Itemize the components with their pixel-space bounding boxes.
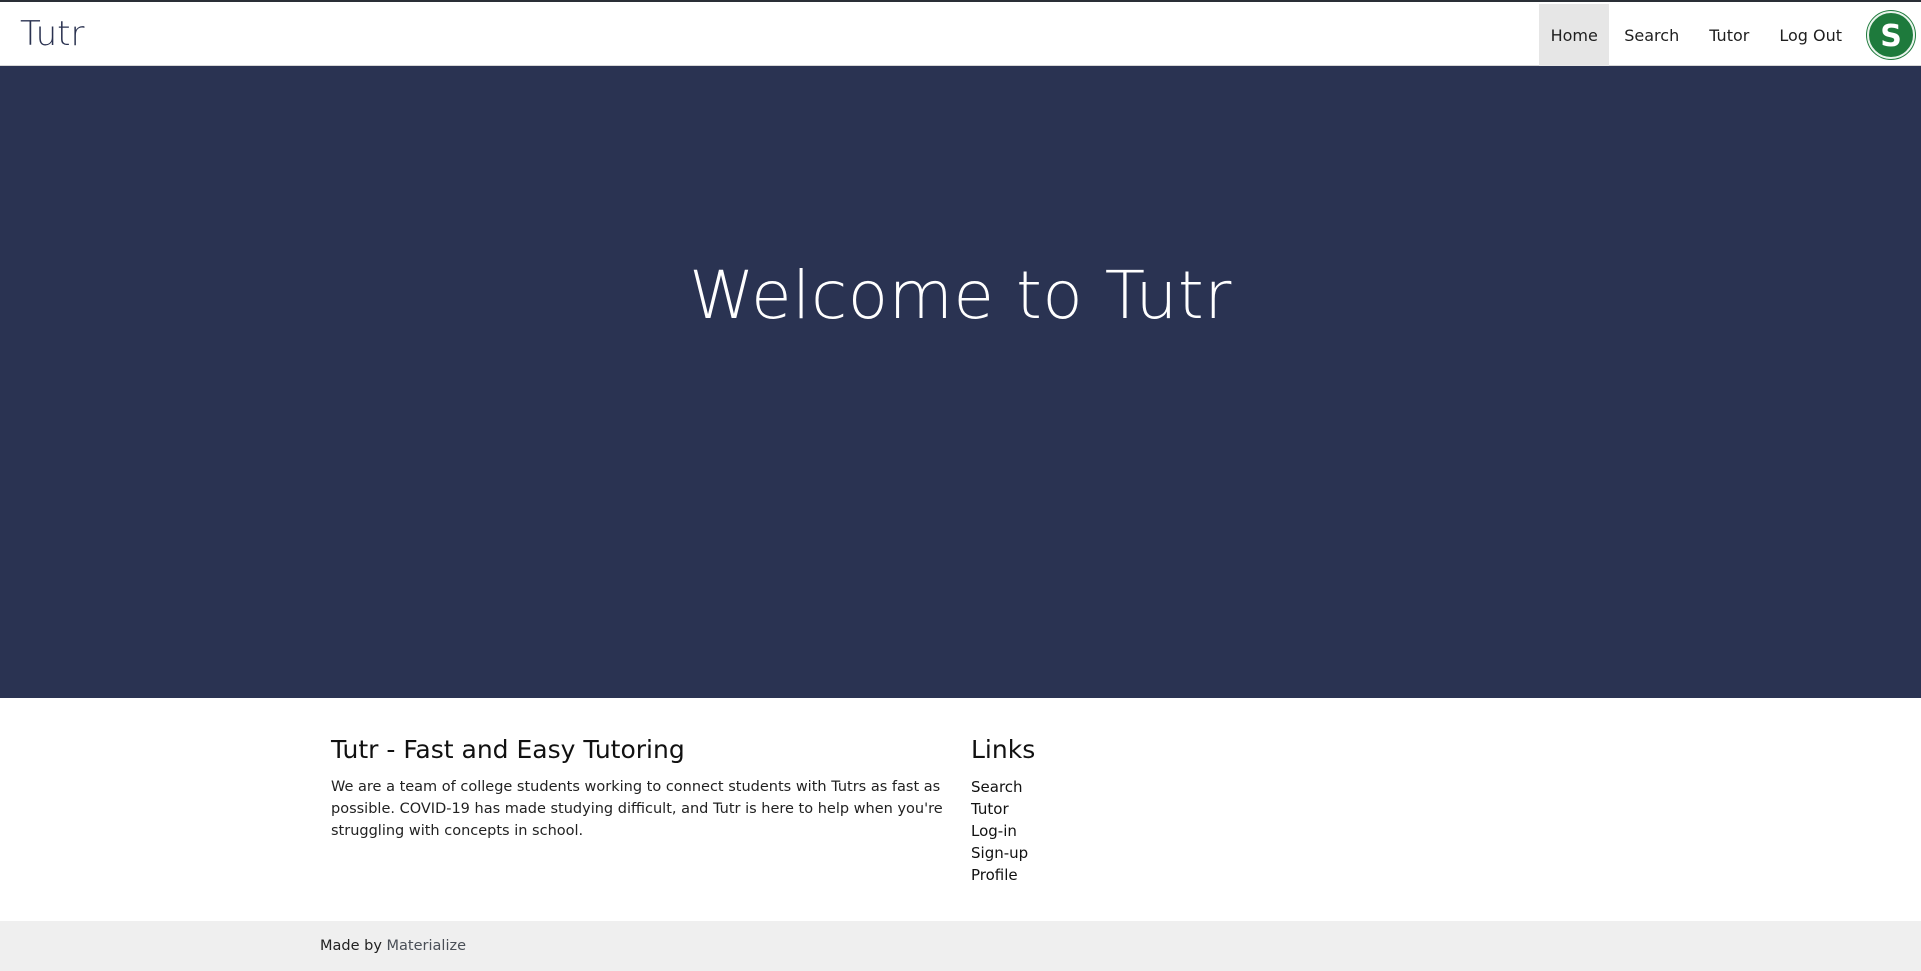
nav-home[interactable]: Home xyxy=(1539,4,1610,66)
about-text: We are a team of college students workin… xyxy=(331,779,943,839)
link-sign-up[interactable]: Sign-up xyxy=(971,842,1271,864)
footer-prefix: Made by xyxy=(320,938,387,954)
avatar-container[interactable]: S xyxy=(1861,4,1921,66)
brand-logo[interactable]: Tutr xyxy=(20,14,84,54)
footer: Made by Materialize xyxy=(0,921,1921,971)
hero-banner: Welcome to Tutr xyxy=(0,66,1921,698)
nav-tutor[interactable]: Tutor xyxy=(1694,4,1764,66)
hero-title: Welcome to Tutr xyxy=(689,257,1232,334)
link-profile[interactable]: Profile xyxy=(971,864,1271,886)
link-log-in[interactable]: Log-in xyxy=(971,820,1271,842)
svg-text:S: S xyxy=(1880,19,1902,52)
footer-text: Made by Materialize xyxy=(320,936,466,956)
about-title: Tutr - Fast and Easy Tutoring xyxy=(331,735,685,764)
link-tutor[interactable]: Tutor xyxy=(971,798,1271,820)
avatar[interactable]: S xyxy=(1867,11,1915,59)
links-title: Links xyxy=(971,735,1036,764)
top-navbar: Tutr Home Search Tutor Log Out S xyxy=(0,0,1921,66)
info-section: Tutr - Fast and Easy Tutoring We are a t… xyxy=(0,698,1921,921)
links-column: Links Search Tutor Log-in Sign-up Profil… xyxy=(971,734,1271,886)
links-list: Search Tutor Log-in Sign-up Profile xyxy=(971,776,1271,886)
footer-materialize-link[interactable]: Materialize xyxy=(387,938,466,954)
nav-log-out[interactable]: Log Out xyxy=(1764,4,1857,66)
nav-menu: Home Search Tutor Log Out S xyxy=(1539,4,1921,66)
nav-search[interactable]: Search xyxy=(1609,4,1694,66)
about-column: Tutr - Fast and Easy Tutoring We are a t… xyxy=(331,734,951,842)
link-search[interactable]: Search xyxy=(971,776,1271,798)
green-s-logo-icon: S xyxy=(1880,19,1902,52)
